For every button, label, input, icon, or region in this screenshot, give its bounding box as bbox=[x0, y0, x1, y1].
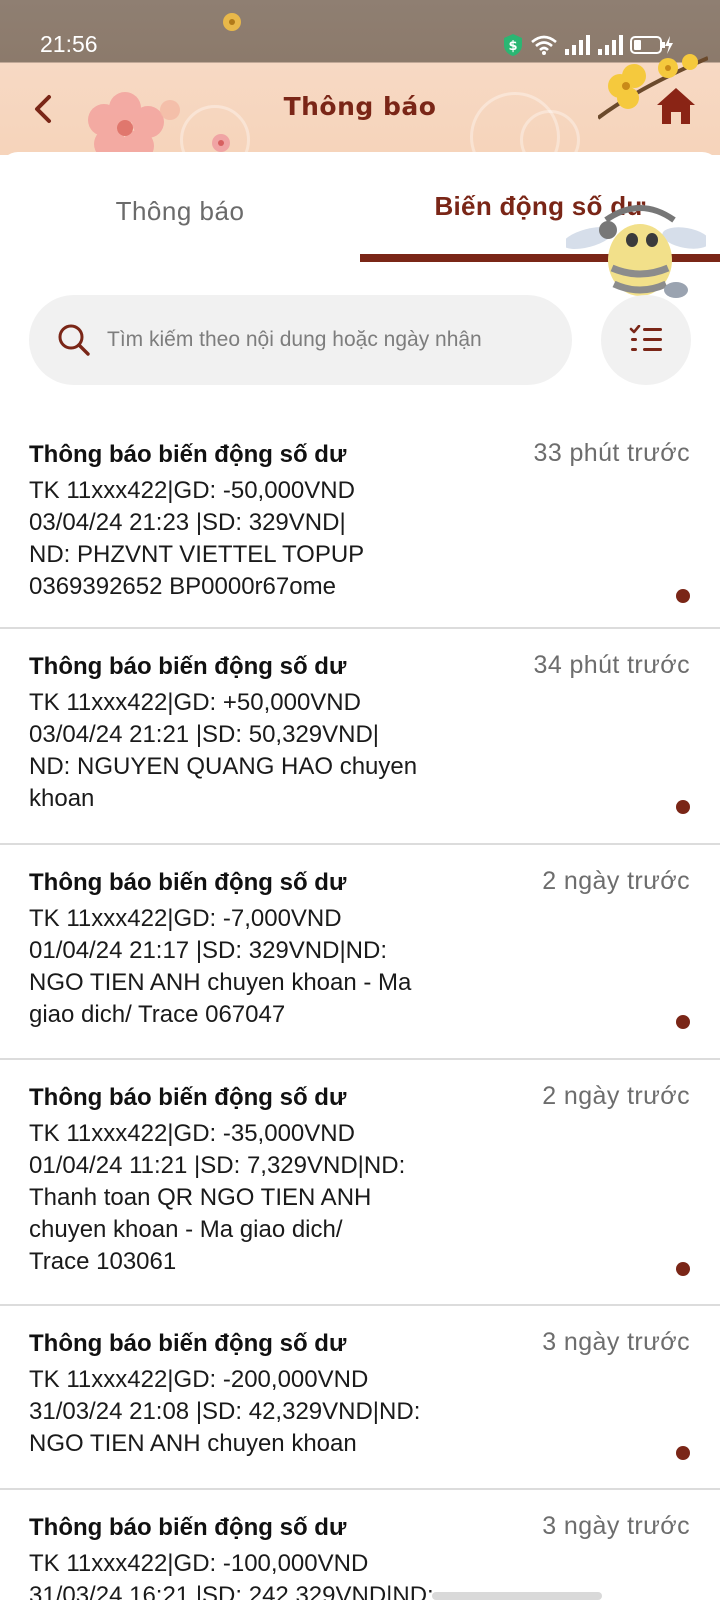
checklist-filter-icon bbox=[629, 325, 662, 351]
notification-list: Thông báo biến động số dư 33 phút trước … bbox=[0, 417, 720, 1600]
notification-body: TK 11xxx422|GD: -200,000VND 31/03/24 21:… bbox=[29, 1366, 421, 1457]
search-bar[interactable] bbox=[29, 295, 572, 385]
notification-title: Thông báo biến động số dư bbox=[29, 1330, 347, 1357]
notification-title: Thông báo biến động số dư bbox=[29, 869, 347, 896]
notification-item[interactable]: Thông báo biến động số dư 2 ngày trước T… bbox=[0, 1060, 720, 1306]
signal-icon bbox=[565, 35, 590, 55]
svg-text:$: $ bbox=[508, 39, 517, 54]
status-time: 21:56 bbox=[40, 31, 98, 57]
notification-time: 33 phút trước bbox=[533, 439, 690, 467]
tab-notifications[interactable]: Thông báo bbox=[0, 152, 360, 264]
unread-dot bbox=[676, 1262, 690, 1276]
notification-body: TK 11xxx422|GD: -35,000VND 01/04/24 11:2… bbox=[29, 1120, 406, 1275]
notification-item[interactable]: Thông báo biến động số dư 3 ngày trước T… bbox=[0, 1306, 720, 1490]
notification-body: TK 11xxx422|GD: +50,000VND 03/04/24 21:2… bbox=[29, 689, 418, 812]
blossom-decoration bbox=[212, 134, 230, 152]
home-indicator[interactable] bbox=[432, 1592, 602, 1600]
notification-body: TK 11xxx422|GD: -50,000VND 03/04/24 21:2… bbox=[29, 477, 365, 600]
notification-title: Thông báo biến động số dư bbox=[29, 441, 347, 468]
notification-item[interactable]: Thông báo biến động số dư 2 ngày trước T… bbox=[0, 845, 720, 1060]
battery-charging-icon bbox=[630, 36, 673, 54]
home-icon bbox=[657, 88, 695, 124]
app-header: 21:56 $ Thông báo bbox=[0, 0, 720, 155]
notification-time: 2 ngày trước bbox=[542, 1082, 690, 1110]
notification-time: 3 ngày trước bbox=[542, 1512, 690, 1540]
notification-body: TK 11xxx422|GD: -100,000VND 31/03/24 16:… bbox=[29, 1550, 434, 1600]
home-button[interactable] bbox=[654, 84, 698, 128]
unread-dot bbox=[676, 800, 690, 814]
mascot-bee-icon bbox=[566, 205, 706, 298]
notification-title: Thông báo biến động số dư bbox=[29, 1514, 347, 1541]
notification-time: 2 ngày trước bbox=[542, 867, 690, 895]
notification-item[interactable]: Thông báo biến động số dư 34 phút trước … bbox=[0, 629, 720, 845]
notification-item[interactable]: Thông báo biến động số dư 33 phút trước … bbox=[0, 417, 720, 629]
unread-dot bbox=[676, 1446, 690, 1460]
blossom-decoration bbox=[223, 13, 241, 31]
notification-title: Thông báo biến động số dư bbox=[29, 1084, 347, 1111]
wifi-icon bbox=[531, 35, 557, 55]
page-title: Thông báo bbox=[283, 92, 437, 121]
notification-body: TK 11xxx422|GD: -7,000VND 01/04/24 21:17… bbox=[29, 905, 412, 1028]
search-icon bbox=[58, 324, 90, 356]
search-input[interactable] bbox=[107, 315, 557, 365]
notification-time: 34 phút trước bbox=[533, 651, 690, 679]
filter-button[interactable] bbox=[601, 295, 691, 385]
notification-item[interactable]: Thông báo biến động số dư 3 ngày trước T… bbox=[0, 1490, 720, 1600]
signal-icon bbox=[598, 35, 623, 55]
unread-dot bbox=[676, 589, 690, 603]
status-icons: $ bbox=[502, 34, 674, 56]
notification-time: 3 ngày trước bbox=[542, 1328, 690, 1356]
notification-title: Thông báo biến động số dư bbox=[29, 653, 347, 680]
unread-dot bbox=[676, 1015, 690, 1029]
shield-dollar-icon: $ bbox=[504, 34, 522, 56]
tab-notifications-label: Thông báo bbox=[115, 195, 245, 226]
